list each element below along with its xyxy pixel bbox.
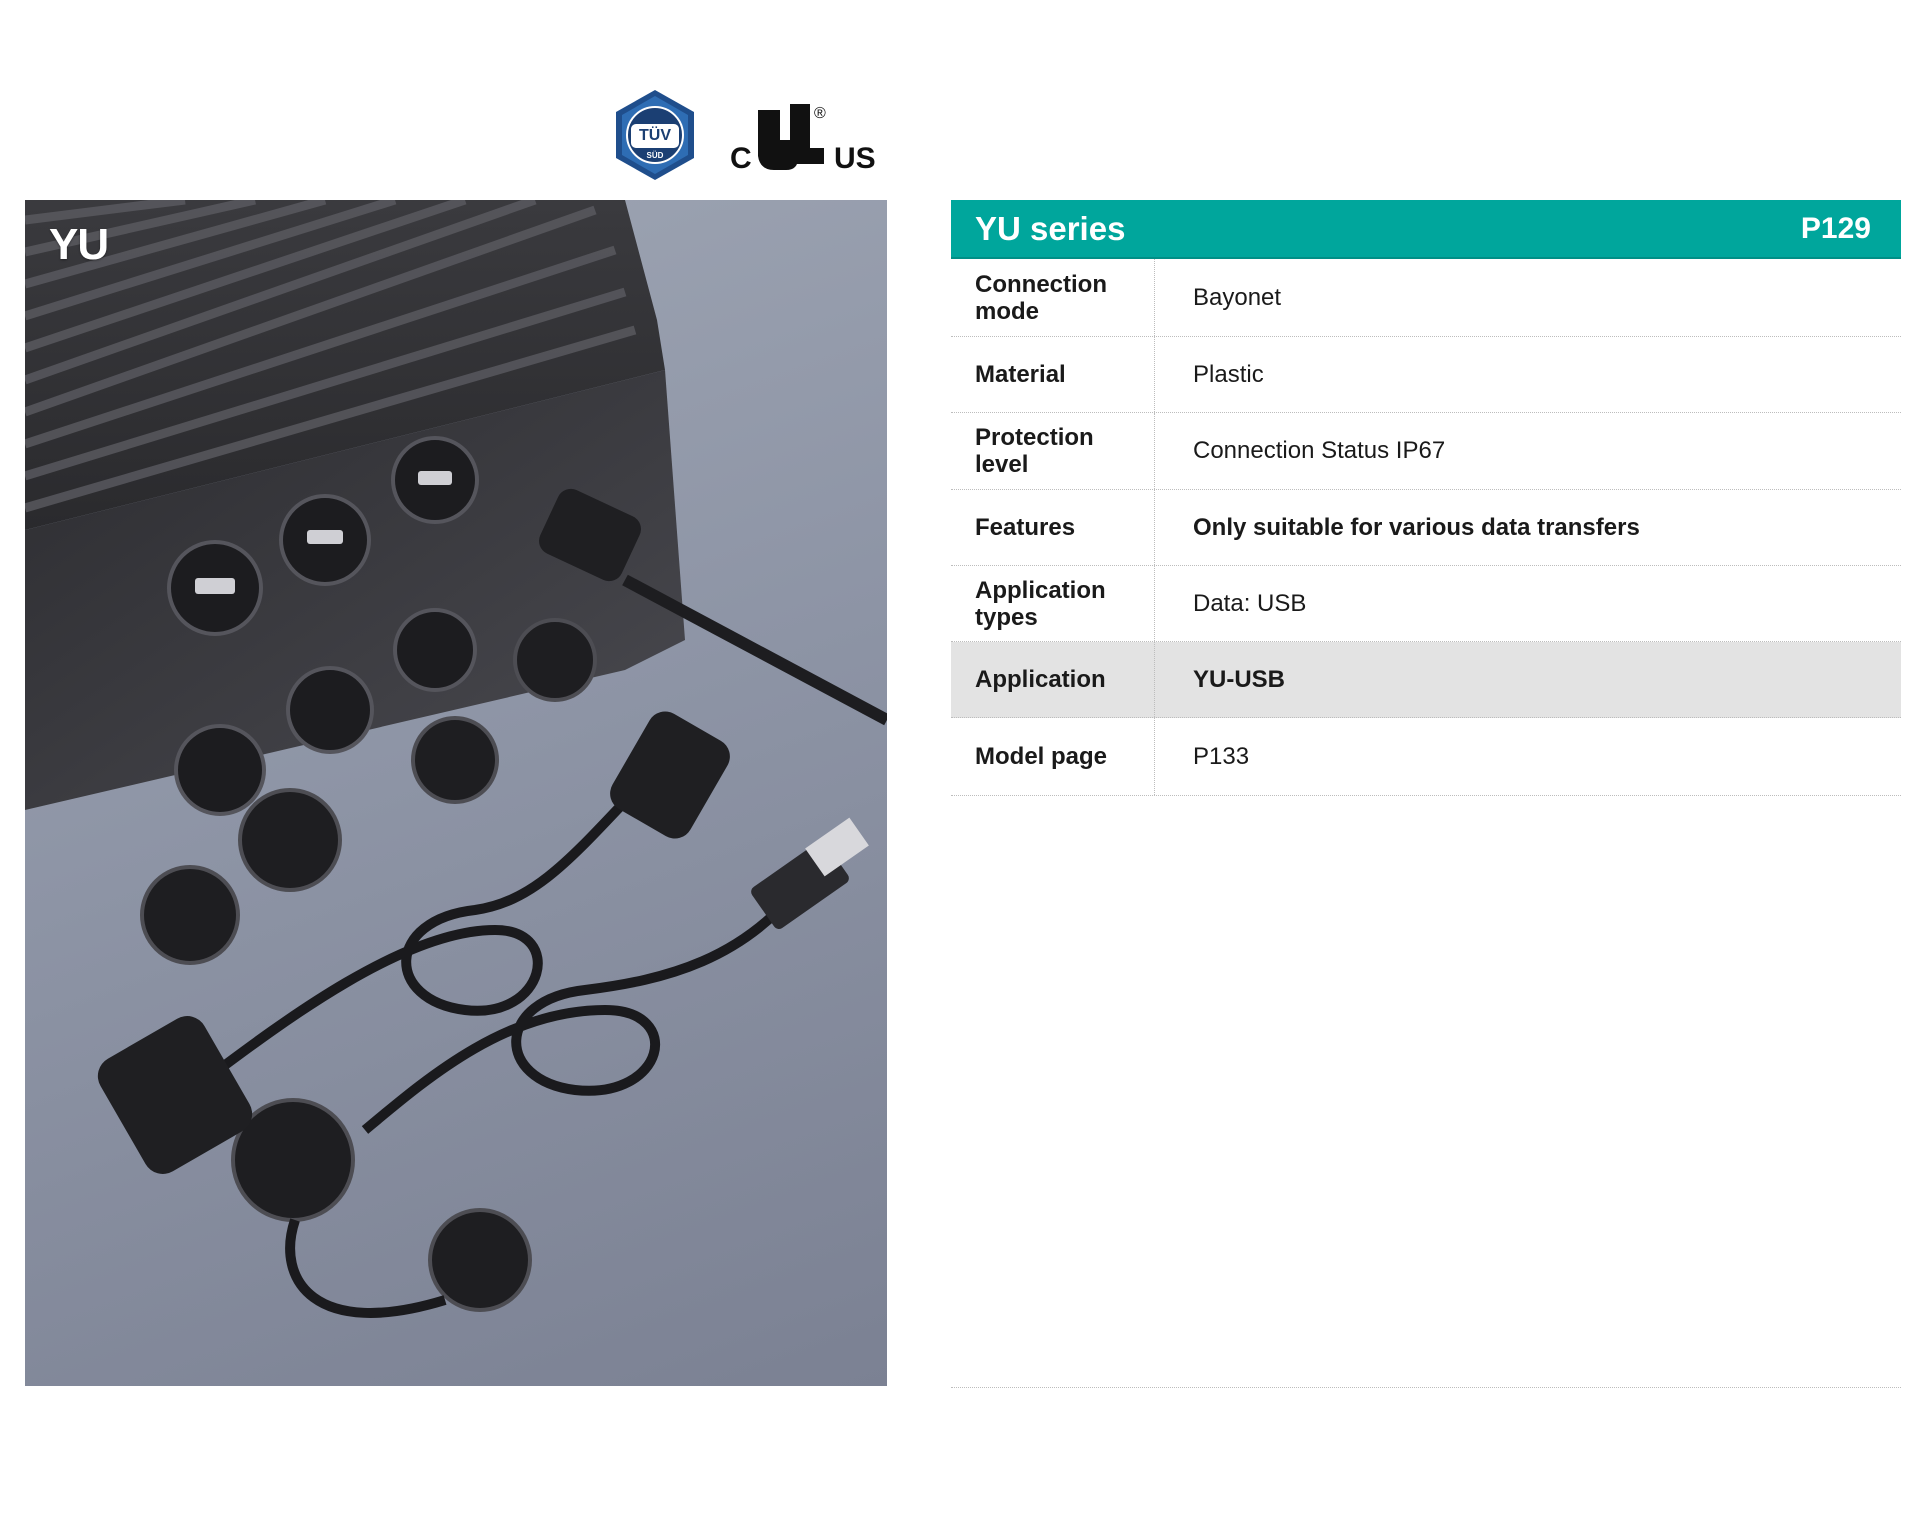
spec-value: YU-USB bbox=[1193, 665, 1286, 693]
spec-value: Data: USB bbox=[1193, 589, 1307, 617]
spec-label: Features bbox=[951, 490, 1155, 565]
spec-table-header: YU series P129 bbox=[951, 200, 1901, 259]
ul-registered-mark: ® bbox=[814, 105, 826, 122]
ul-left-text: C bbox=[730, 142, 752, 174]
tuv-sud-logo: TÜV SÜD bbox=[616, 90, 694, 180]
spec-row-application: Application YU-USB bbox=[951, 642, 1901, 718]
spec-label: Application types bbox=[951, 566, 1155, 641]
tuv-sub-text: SÜD bbox=[647, 151, 664, 160]
spec-value: Only suitable for various data transfers bbox=[1193, 513, 1640, 541]
spec-label: Protection level bbox=[951, 413, 1155, 489]
spec-value: Plastic bbox=[1193, 360, 1264, 388]
spec-value: P133 bbox=[1193, 742, 1250, 770]
spec-table-empty-area bbox=[951, 796, 1901, 1388]
spec-table-page-ref: P129 bbox=[1800, 211, 1871, 245]
spec-row-application-types: Application types Data: USB bbox=[951, 566, 1901, 642]
spec-row-features: Features Only suitable for various data … bbox=[951, 490, 1901, 566]
tuv-text: TÜV bbox=[639, 125, 671, 144]
spec-row-material: Material Plastic bbox=[951, 337, 1901, 413]
spec-row-protection-level: Protection level Connection Status IP67 bbox=[951, 413, 1901, 490]
spec-table: YU series P129 Connection mode Bayonet M… bbox=[951, 200, 1901, 1388]
spec-label: Connection mode bbox=[951, 259, 1155, 336]
spec-row-model-page: Model page P133 bbox=[951, 718, 1901, 796]
connector-illustration bbox=[25, 200, 887, 1318]
spec-value: Connection Status IP67 bbox=[1193, 437, 1446, 464]
ul-right-text: US bbox=[834, 142, 876, 174]
product-photo: YU bbox=[25, 200, 887, 1386]
series-label: YU bbox=[49, 220, 109, 269]
spec-label: Model page bbox=[951, 718, 1155, 795]
spec-label: Material bbox=[951, 337, 1155, 412]
culus-logo: C US ® bbox=[730, 104, 876, 174]
spec-value: Bayonet bbox=[1193, 283, 1282, 311]
spec-label: Application bbox=[951, 642, 1155, 717]
spec-row-connection-mode: Connection mode Bayonet bbox=[951, 259, 1901, 337]
spec-table-title: YU series bbox=[975, 209, 1126, 247]
